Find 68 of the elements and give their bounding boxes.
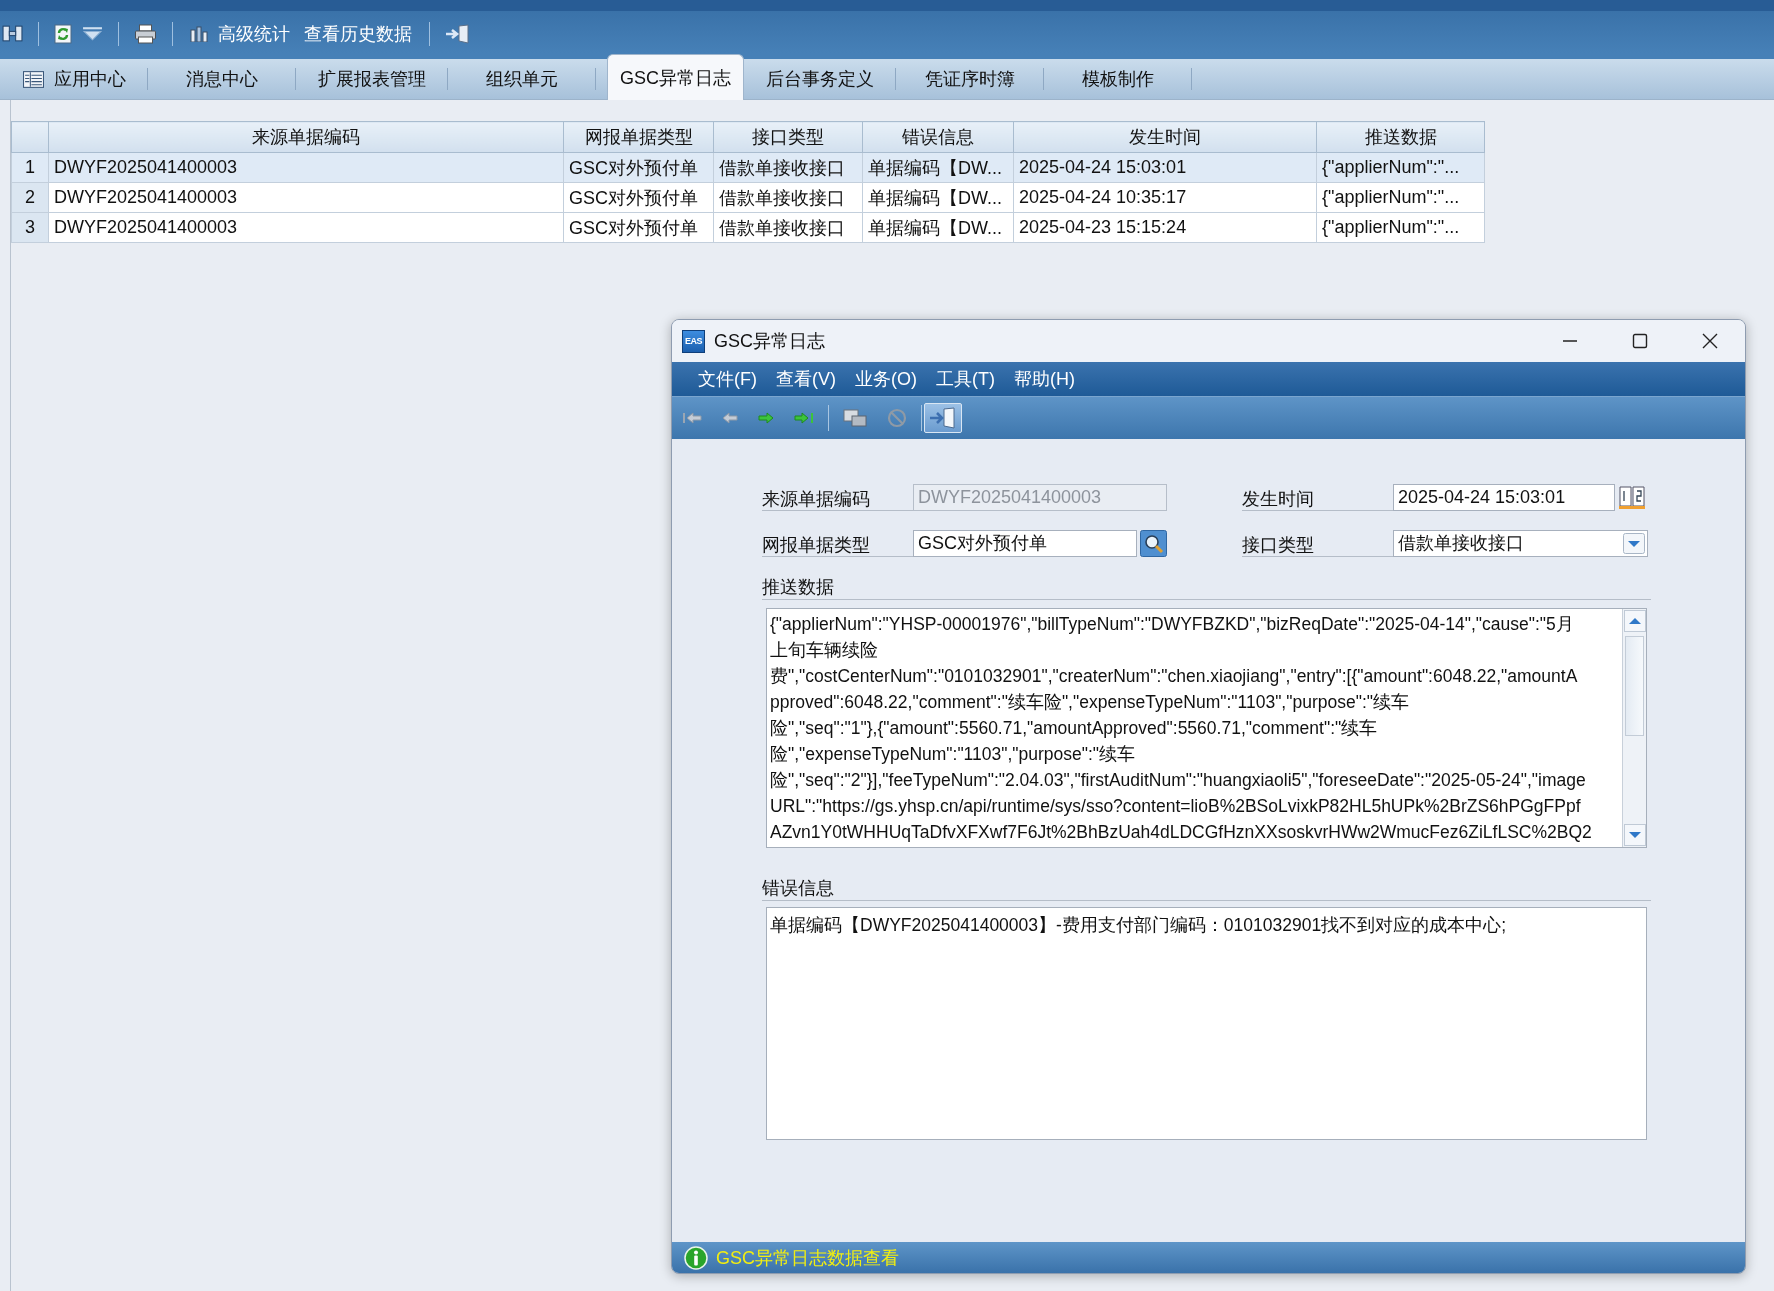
table-cell: GSC对外预付单 bbox=[563, 182, 714, 213]
table-cell: 借款单接收接口 bbox=[713, 212, 863, 243]
table-row[interactable]: 2 DWYF2025041400003 GSC对外预付单 借款单接收接口 单据编码【DW... 2025-04-24 10:35:17 {"applierNum":"... bbox=[11, 182, 1485, 213]
row-number-cell: 3 bbox=[11, 212, 49, 243]
previous-record-icon[interactable] bbox=[722, 411, 738, 425]
table-cell: DWYF2025041400003 bbox=[48, 182, 564, 213]
search-icon[interactable] bbox=[1140, 530, 1167, 557]
close-icon[interactable] bbox=[1702, 333, 1718, 349]
toolbar-button[interactable]: 查看历史数据 bbox=[302, 21, 414, 46]
menu-item[interactable]: 工具(T) bbox=[936, 367, 995, 391]
scrollbar-thumb[interactable] bbox=[1625, 636, 1644, 736]
column-header[interactable]: 错误信息 bbox=[862, 121, 1014, 153]
menu-item[interactable]: 业务(O) bbox=[855, 367, 917, 391]
exit-icon[interactable] bbox=[445, 23, 471, 44]
menu-item[interactable]: 文件(F) bbox=[698, 367, 757, 391]
calendar-icon[interactable] bbox=[1618, 484, 1646, 510]
column-header[interactable]: 推送数据 bbox=[1316, 121, 1485, 153]
menu-item[interactable]: 帮助(H) bbox=[1013, 367, 1075, 391]
printer-icon[interactable] bbox=[134, 23, 157, 44]
date-field[interactable]: 2025-04-24 15:03:01 bbox=[1393, 484, 1615, 511]
exit-icon bbox=[929, 407, 957, 429]
first-record-icon[interactable] bbox=[682, 411, 702, 425]
menu-item[interactable]: 查看(V) bbox=[776, 367, 836, 391]
row-number-cell: 1 bbox=[11, 152, 49, 183]
error-info-field[interactable]: 单据编码【DWYF2025041400003】-费用支付部门编码：0101032901找不到对应的成本中心; bbox=[766, 907, 1647, 1140]
column-header[interactable]: 来源单据编码 bbox=[48, 121, 564, 153]
table-cell: 2025-04-24 15:03:01 bbox=[1013, 152, 1317, 183]
exit-button[interactable] bbox=[924, 403, 962, 433]
status-text: GSC异常日志数据查看 bbox=[716, 1246, 899, 1270]
dropdown-field[interactable]: 借款单接收接口 bbox=[1393, 530, 1648, 557]
table-cell: 单据编码【DW... bbox=[862, 152, 1014, 183]
columns-icon[interactable] bbox=[2, 24, 23, 43]
app-logo: EAS bbox=[682, 329, 705, 353]
table-cell: 借款单接收接口 bbox=[713, 182, 863, 213]
table-cell: {"applierNum":"... bbox=[1316, 152, 1485, 183]
app-grid-icon bbox=[22, 70, 44, 88]
table-row[interactable]: 1 DWYF2025041400003 GSC对外预付单 借款单接收接口 单据编码【DW... 2025-04-24 15:03:01 {"applierNum":"... bbox=[11, 152, 1485, 183]
column-header[interactable]: 网报单据类型 bbox=[563, 121, 714, 153]
header-corner-cell bbox=[11, 121, 49, 153]
table-cell: 2025-04-24 10:35:17 bbox=[1013, 182, 1317, 213]
column-header[interactable]: 发生时间 bbox=[1013, 121, 1317, 153]
table-cell: 单据编码【DW... bbox=[862, 212, 1014, 243]
table-cell: GSC对外预付单 bbox=[563, 152, 714, 183]
vertical-scrollbar[interactable] bbox=[1622, 609, 1646, 847]
section-label: 推送数据 bbox=[762, 573, 1651, 600]
lookup-field[interactable]: GSC对外预付单 bbox=[913, 530, 1137, 557]
computer-icon[interactable] bbox=[843, 408, 867, 428]
tab[interactable]: GSC异常日志 bbox=[607, 54, 744, 100]
table-cell: DWYF2025041400003 bbox=[48, 152, 564, 183]
table-cell: {"applierNum":"... bbox=[1316, 182, 1485, 213]
dropdown-arrow-icon[interactable] bbox=[82, 26, 103, 41]
table-cell: 借款单接收接口 bbox=[713, 152, 863, 183]
table-cell: {"applierNum":"... bbox=[1316, 212, 1485, 243]
row-number-cell: 2 bbox=[11, 182, 49, 213]
table-cell: 2025-04-23 15:15:24 bbox=[1013, 212, 1317, 243]
table-row[interactable]: 3 DWYF2025041400003 GSC对外预付单 借款单接收接口 单据编码【DW... 2025-04-23 15:15:24 {"applierNum":"... bbox=[11, 212, 1485, 243]
bar-chart-icon bbox=[190, 25, 208, 42]
refresh-icon[interactable] bbox=[54, 23, 72, 44]
maximize-icon[interactable] bbox=[1632, 333, 1648, 349]
push-data-field[interactable]: {"applierNum":"YHSP-00001976","billTypeNum":"DWYFBZKD","bizReqDate":"2025-04-14","cause":"5月 上旬车辆续险 费","costCenterNum":"0101032901","createrNum":"chen.xiaojiang","entry":[{"amount":6048.22,"amountA pproved":6048.22,"comment":"续车险","expenseTypeNum":"1103","purpose":"续车 险","seq":"1"},{"amount":5560.71,"amountApproved":5560.71,"comment":"续车 险","expenseTypeNum":"1103","purpose":"续车 险","seq":"2"}],"feeTypeNum":"2.04.03","firstAuditNum":"huangxiaoli5","foreseeDate":"2025-05-24","image URL":"https://gs.yhsp.cn/api/runtime/sys/sso?content=lioB%2BSoLvixkP82HL5hUPk%2BrZS6hPGgFPpf AZvn1Y0tWHHUqTaDfvXFXwf7F6Jt%2BhBzUah4dLDCGfHznXXsoskvrHWw2WmucFez6ZiLfLSC%2BQ2 bbox=[766, 608, 1647, 848]
table-cell: DWYF2025041400003 bbox=[48, 212, 564, 243]
section-label: 错误信息 bbox=[762, 874, 1651, 901]
column-header[interactable]: 接口类型 bbox=[713, 121, 863, 153]
info-icon bbox=[684, 1245, 708, 1270]
toolbar-button[interactable]: 高级统计 bbox=[188, 21, 292, 46]
window-title: GSC异常日志 bbox=[714, 330, 825, 353]
table-cell: 单据编码【DW... bbox=[862, 182, 1014, 213]
table-cell: GSC对外预付单 bbox=[563, 212, 714, 243]
